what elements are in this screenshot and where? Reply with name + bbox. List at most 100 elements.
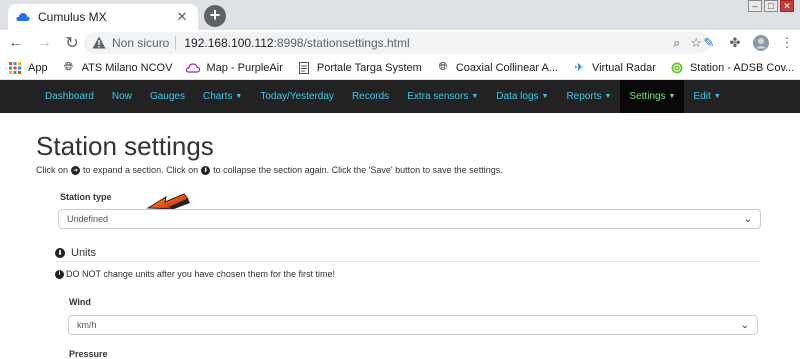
caret-down-icon: ▼ bbox=[713, 93, 721, 100]
nav-now[interactable]: Now bbox=[103, 80, 141, 113]
nav-label: Reports bbox=[566, 91, 602, 102]
zoom-icon[interactable]: ⌕ bbox=[673, 35, 680, 51]
address-bar[interactable]: Non sicuro 192.168.100.112:8998/stations… bbox=[84, 32, 710, 54]
tab-title: Cumulus MX bbox=[38, 10, 107, 24]
nav-label: Data logs bbox=[496, 91, 539, 102]
wind-units-select[interactable]: km/h ⌄ bbox=[68, 315, 758, 335]
minimize-window-button[interactable]: – bbox=[748, 0, 762, 12]
bookmark-adsb-station[interactable]: Station - ADSB Cov... bbox=[670, 61, 794, 75]
forward-button[interactable]: → bbox=[32, 31, 56, 55]
nav-reports[interactable]: Reports ▼ bbox=[557, 80, 620, 113]
nav-label: Charts bbox=[202, 91, 233, 102]
caret-down-icon: ▼ bbox=[541, 93, 549, 100]
url-path: :8998/stationsettings.html bbox=[273, 36, 410, 50]
browser-tab[interactable]: Cumulus MX ✕ bbox=[8, 4, 198, 30]
bookmark-purpleair[interactable]: Map - PurpleAir bbox=[186, 61, 283, 75]
nav-extra-sensors[interactable]: Extra sensors ▼ bbox=[398, 80, 487, 113]
kebab-menu-icon[interactable]: ⋮ bbox=[778, 34, 796, 52]
station-type-label: Station type bbox=[60, 192, 112, 202]
bookmark-label: Station - ADSB Cov... bbox=[689, 61, 795, 74]
globe-icon: 🌐︎ bbox=[438, 61, 448, 73]
nav-label: Records bbox=[351, 91, 390, 102]
nav-label: Dashboard bbox=[45, 91, 94, 102]
maximize-window-button[interactable]: □ bbox=[764, 0, 778, 12]
puzzle-extensions-icon[interactable]: ✤ bbox=[726, 34, 744, 52]
units-warning-text: DO NOT change units after you have chose… bbox=[66, 269, 335, 279]
units-section-header[interactable]: ⬇ Units bbox=[55, 244, 760, 262]
bookmark-label: Coaxial Collinear A... bbox=[455, 61, 558, 74]
feather-extension-icon[interactable]: ✎ bbox=[700, 34, 718, 52]
bookmark-label: Virtual Radar bbox=[591, 61, 656, 74]
units-heading: Units bbox=[71, 246, 97, 259]
station-type-value: Undefined bbox=[67, 214, 109, 224]
nav-dashboard[interactable]: Dashboard bbox=[36, 80, 103, 113]
tab-close-icon[interactable]: ✕ bbox=[174, 9, 190, 25]
window-controls: – □ ✕ bbox=[748, 0, 794, 14]
wind-label: Wind bbox=[69, 297, 91, 307]
address-separator bbox=[175, 36, 177, 50]
nav-charts[interactable]: Charts ▼ bbox=[194, 80, 251, 113]
insecure-label[interactable]: Non sicuro bbox=[112, 36, 169, 50]
nav-records[interactable]: Records bbox=[343, 80, 398, 113]
wind-units-value: km/h bbox=[77, 320, 97, 330]
browser-tab-strip: Cumulus MX ✕ + – □ ✕ bbox=[0, 0, 800, 30]
units-warning: i DO NOT change units after you have cho… bbox=[55, 269, 335, 279]
browser-toolbar: ← → ↻ Non sicuro 192.168.100.112:8998/st… bbox=[0, 30, 800, 56]
back-button[interactable]: ← bbox=[4, 31, 28, 55]
extensions-area: ✎ ✤ ⋮ bbox=[700, 34, 796, 52]
caret-down-icon: ▼ bbox=[235, 93, 243, 100]
bookmark-app[interactable]: App bbox=[8, 61, 48, 75]
nav-label: Extra sensors bbox=[407, 91, 469, 102]
bookmark-coaxial-collinear[interactable]: 🌐︎ Coaxial Collinear A... bbox=[436, 61, 558, 75]
nav-edit[interactable]: Edit ▼ bbox=[684, 80, 729, 113]
bookmark-label: Portale Targa System bbox=[316, 61, 422, 74]
nav-today-yesterday[interactable]: Today/Yesterday bbox=[251, 80, 343, 113]
radar-icon bbox=[670, 61, 684, 75]
close-window-button[interactable]: ✕ bbox=[780, 0, 794, 12]
page-content: Station settings Click on ➜ to expand a … bbox=[0, 113, 800, 359]
plane-icon: ✈ bbox=[574, 62, 584, 74]
page-title: Station settings bbox=[36, 131, 214, 161]
main-navbar: Dashboard Now Gauges Charts ▼ Today/Yeste… bbox=[0, 80, 800, 113]
bookmark-label: Map - PurpleAir bbox=[206, 61, 283, 74]
intro-part: Click on bbox=[36, 165, 69, 175]
nav-label: Now bbox=[111, 91, 132, 102]
bookmark-label: App bbox=[28, 61, 48, 74]
url-text[interactable]: 192.168.100.112:8998/stationsettings.htm… bbox=[184, 36, 663, 50]
bookmark-virtual-radar[interactable]: ✈ Virtual Radar bbox=[572, 61, 656, 75]
nav-gauges[interactable]: Gauges bbox=[141, 80, 194, 113]
chevron-down-icon: ⌄ bbox=[743, 213, 752, 225]
warning-triangle-icon[interactable] bbox=[92, 36, 106, 50]
globe-icon: 🌐︎ bbox=[64, 61, 73, 73]
bookmarks-bar: App 🌐︎ ATS Milano NCOV Map - PurpleAir P… bbox=[0, 56, 800, 80]
nav-settings[interactable]: Settings ▼ bbox=[620, 80, 685, 113]
info-icon: i bbox=[55, 269, 64, 279]
nav-label: Today/Yesterday bbox=[260, 91, 334, 102]
document-icon bbox=[297, 61, 311, 75]
collapse-arrow-icon[interactable]: ⬇ bbox=[55, 247, 65, 258]
cloud-icon bbox=[186, 61, 201, 75]
apps-grid-icon bbox=[8, 61, 22, 75]
nav-label: Gauges bbox=[149, 91, 185, 102]
nav-label: Settings bbox=[629, 91, 666, 102]
caret-down-icon: ▼ bbox=[668, 93, 676, 100]
station-type-select[interactable]: Undefined ⌄ bbox=[58, 209, 761, 229]
intro-part: to expand a section. Click on bbox=[83, 165, 199, 175]
expand-arrow-icon: ➜ bbox=[71, 165, 81, 175]
new-tab-button[interactable]: + bbox=[204, 5, 226, 27]
avatar[interactable] bbox=[752, 34, 770, 52]
bookmark-targa-system[interactable]: Portale Targa System bbox=[297, 61, 422, 75]
cloud-favicon-icon bbox=[16, 10, 30, 24]
bookmark-ats-milano[interactable]: 🌐︎ ATS Milano NCOV bbox=[62, 61, 173, 75]
caret-down-icon: ▼ bbox=[471, 93, 479, 100]
reload-button[interactable]: ↻ bbox=[60, 31, 84, 55]
url-host: 192.168.100.112 bbox=[184, 36, 274, 50]
chevron-down-icon: ⌄ bbox=[740, 319, 749, 331]
intro-text: Click on ➜ to expand a section. Click on… bbox=[36, 165, 503, 175]
nav-label: Edit bbox=[693, 91, 711, 102]
intro-part: to collapse the section again. Click the… bbox=[213, 165, 503, 175]
nav-data-logs[interactable]: Data logs ▼ bbox=[487, 80, 557, 113]
collapse-arrow-icon: ⬇ bbox=[201, 165, 211, 175]
bookmark-label: ATS Milano NCOV bbox=[81, 61, 173, 74]
caret-down-icon: ▼ bbox=[604, 93, 612, 100]
